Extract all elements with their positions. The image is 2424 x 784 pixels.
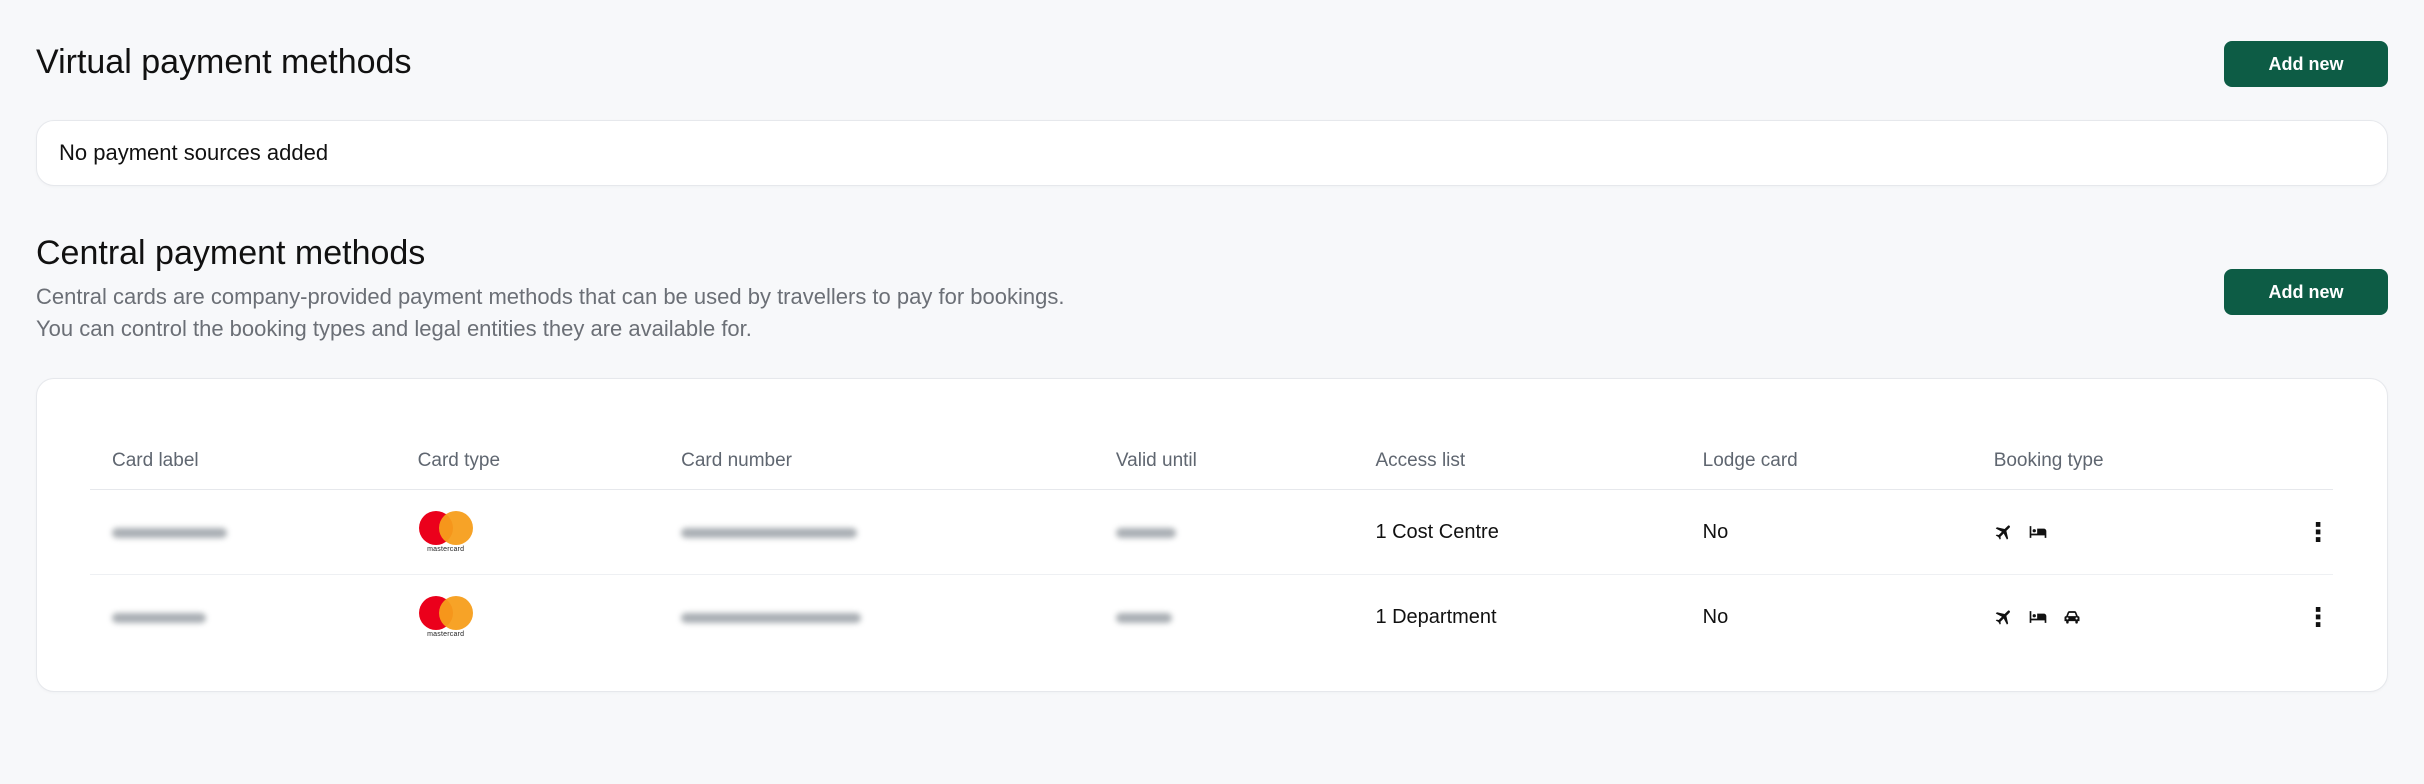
column-header-valid-until: Valid until <box>1093 433 1354 490</box>
central-add-new-button[interactable]: Add new <box>2224 269 2388 315</box>
card-number-cell <box>659 489 1094 575</box>
lodge-card-cell: No <box>1680 489 1972 575</box>
access-list-cell: 1 Department <box>1375 605 1497 628</box>
virtual-empty-card: No payment sources added <box>36 120 2388 186</box>
card-number-cell <box>659 575 1094 660</box>
column-header-access-list: Access list <box>1353 433 1681 490</box>
plane-icon <box>1995 525 2010 540</box>
booking-type-cell <box>1971 489 2281 575</box>
bed-icon <box>2029 526 2047 538</box>
bed-icon <box>2029 611 2047 623</box>
row-actions-cell: ⋮ <box>2281 575 2333 660</box>
central-section-title: Central payment methods <box>36 234 426 272</box>
row-actions-menu-icon[interactable]: ⋮ <box>2303 519 2333 545</box>
table-row[interactable]: mastercard 1 Cost Centre No ⋮ <box>90 489 2333 575</box>
row-actions-cell: ⋮ <box>2281 489 2333 575</box>
virtual-section-title: Virtual payment methods <box>36 43 412 81</box>
redacted-valid-until <box>1115 527 1176 538</box>
column-header-actions <box>2281 433 2333 490</box>
card-label-cell <box>90 575 396 660</box>
valid-until-cell <box>1093 489 1354 575</box>
booking-type-cell <box>1972 575 2281 660</box>
redacted-card-number <box>681 527 858 538</box>
central-cards-table-card: Card label Card type Card number Valid u… <box>36 378 2388 692</box>
access-list-cell: 1 Cost Centre <box>1353 489 1681 575</box>
column-header-booking-type: Booking type <box>1971 433 2281 490</box>
virtual-add-new-button[interactable]: Add new <box>2224 41 2388 87</box>
redacted-card-label <box>112 612 206 623</box>
table-header-row: Card label Card type Card number Valid u… <box>90 433 2333 490</box>
column-header-card-number: Card number <box>659 433 1094 490</box>
plane-icon <box>1995 610 2010 625</box>
column-header-card-type: Card type <box>395 433 660 490</box>
column-header-lodge-card: Lodge card <box>1680 433 1972 490</box>
mastercard-logo-icon: mastercard <box>418 596 474 638</box>
central-description-line-1: Central cards are company-provided payme… <box>36 284 1065 309</box>
empty-state-text: No payment sources added <box>59 140 329 165</box>
redacted-card-number <box>681 612 862 623</box>
lodge-card-cell: No <box>1702 605 1729 628</box>
redacted-card-label <box>112 527 227 538</box>
central-description: Central cards are company-provided payme… <box>36 281 1064 345</box>
mastercard-logo-icon: mastercard <box>418 511 474 553</box>
card-type-cell: mastercard <box>395 489 660 575</box>
car-icon <box>2064 611 2080 624</box>
central-description-line-2: You can control the booking types and le… <box>36 316 752 341</box>
column-header-card-label: Card label <box>90 433 396 490</box>
card-type-cell: mastercard <box>396 575 659 660</box>
row-actions-menu-icon[interactable]: ⋮ <box>2303 604 2333 630</box>
central-cards-table: Card label Card type Card number Valid u… <box>90 433 2333 659</box>
valid-until-cell <box>1094 575 1354 660</box>
redacted-valid-until <box>1115 612 1172 623</box>
table-row[interactable]: mastercard 1 Department No ⋮ <box>90 575 2333 660</box>
card-label-cell <box>90 489 396 575</box>
